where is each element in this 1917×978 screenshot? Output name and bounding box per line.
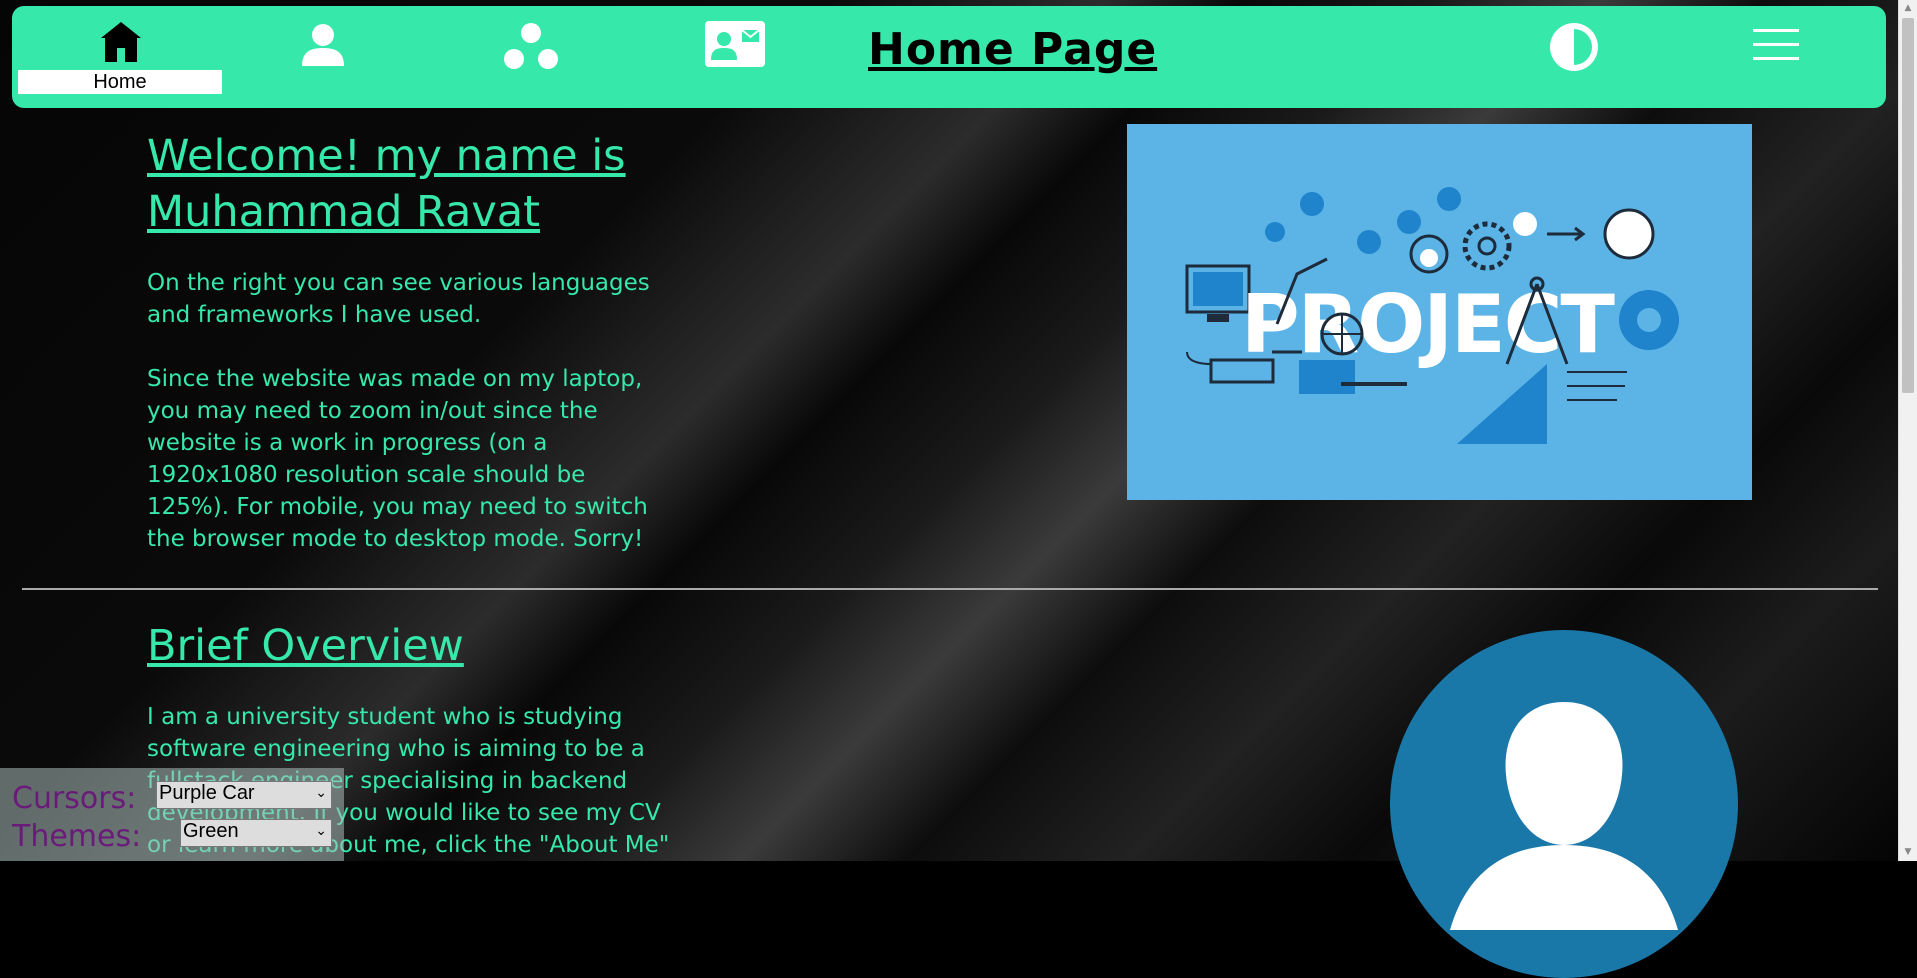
theme-contrast-icon bbox=[1550, 23, 1598, 71]
theme-toggle-button[interactable] bbox=[1547, 20, 1601, 74]
themes-select-value: Green bbox=[183, 820, 239, 842]
welcome-notice-line: website is a work in progress (on a bbox=[147, 430, 548, 456]
cursors-select[interactable]: Purple Car ⌄ bbox=[156, 781, 332, 809]
welcome-intro: On the right you can see various languag… bbox=[147, 267, 650, 331]
scroll-up-icon[interactable]: ▲ bbox=[1899, 0, 1917, 17]
welcome-notice-line: the browser mode to desktop mode. Sorry! bbox=[147, 526, 644, 552]
user-silhouette-icon bbox=[1450, 702, 1678, 930]
scroll-down-icon[interactable]: ▼ bbox=[1899, 844, 1917, 861]
welcome-heading-line1: Welcome! my name is bbox=[147, 131, 626, 181]
welcome-notice-line: 125%). For mobile, you may need to switc… bbox=[147, 494, 648, 520]
welcome-notice-line: 1920x1080 resolution scale should be bbox=[147, 462, 586, 488]
menu-button[interactable] bbox=[1752, 26, 1800, 64]
project-graphic: PROJECT bbox=[1185, 187, 1679, 444]
welcome-notice-line: Since the website was made on my laptop, bbox=[147, 366, 643, 392]
nav-contact-button[interactable] bbox=[704, 20, 766, 68]
navbar: Home Home Page bbox=[12, 6, 1886, 108]
contact-card-icon bbox=[705, 21, 765, 67]
themes-select[interactable]: Green ⌄ bbox=[180, 819, 332, 847]
home-icon bbox=[101, 22, 141, 62]
avatar bbox=[1390, 630, 1738, 978]
chevron-down-icon: ⌄ bbox=[315, 822, 327, 838]
welcome-intro-line: and frameworks I have used. bbox=[147, 302, 482, 328]
person-icon bbox=[302, 24, 344, 66]
nav-home-label: Home bbox=[18, 70, 222, 94]
scrollbar[interactable]: ▲ ▼ bbox=[1898, 0, 1917, 861]
overview-text-line: I am a university student who is studyin… bbox=[147, 704, 623, 730]
welcome-notice-line: you may need to zoom in/out since the bbox=[147, 398, 598, 424]
welcome-heading-line2: Muhammad Ravat bbox=[147, 187, 540, 237]
project-illustration: PROJECT bbox=[1127, 124, 1752, 500]
cursors-label: Cursors: bbox=[12, 781, 137, 816]
menu-icon bbox=[1753, 29, 1799, 60]
welcome-notice: Since the website was made on my laptop,… bbox=[147, 363, 648, 555]
welcome-heading: Welcome! my name is Muhammad Ravat bbox=[147, 128, 626, 240]
overview-text-line: software engineering who is aiming to be… bbox=[147, 736, 645, 762]
nav-about-button[interactable] bbox=[298, 20, 348, 70]
overview-heading: Brief Overview bbox=[147, 621, 464, 671]
chevron-down-icon: ⌄ bbox=[315, 784, 327, 800]
nav-home-button[interactable]: Home bbox=[12, 6, 222, 108]
cursors-select-value: Purple Car bbox=[159, 782, 255, 804]
scrollbar-thumb[interactable] bbox=[1902, 18, 1914, 393]
welcome-intro-line: On the right you can see various languag… bbox=[147, 270, 650, 296]
section-divider bbox=[22, 588, 1878, 590]
nav-projects-button[interactable] bbox=[502, 20, 560, 74]
project-word: PROJECT bbox=[1241, 278, 1615, 371]
page-title: Home Page bbox=[868, 24, 1158, 75]
three-dots-icon bbox=[504, 23, 558, 69]
settings-panel: Cursors: Purple Car ⌄ Themes: Green ⌄ bbox=[0, 768, 344, 861]
themes-label: Themes: bbox=[12, 819, 142, 854]
